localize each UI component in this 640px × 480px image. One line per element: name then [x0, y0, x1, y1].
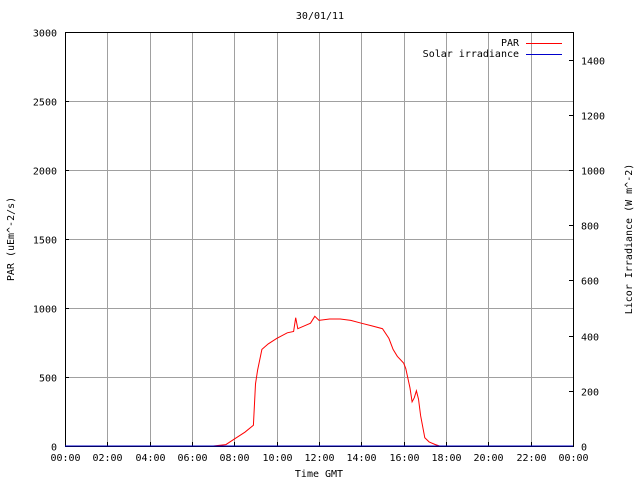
y-right-tick-label: 0 [581, 443, 587, 454]
y-left-tick-label: 1500 [33, 236, 57, 247]
x-tick-label: 08:00 [219, 453, 249, 464]
x-axis-label: Time GMT [295, 469, 343, 480]
grid [65, 32, 573, 446]
y-right-tick-label: 600 [581, 277, 599, 288]
legend: PARSolar irradiance [423, 38, 562, 60]
legend-label: Solar irradiance [423, 49, 519, 60]
y-right-tick-label: 400 [581, 333, 599, 344]
y-left-tick-label: 3000 [33, 29, 57, 40]
x-tick-label: 00:00 [50, 453, 80, 464]
x-tick-label: 18:00 [431, 453, 461, 464]
y-right-tick-label: 1200 [581, 112, 605, 123]
chart: 30/01/11 Time GMT PAR (uEm^-2/s) Licor I… [6, 11, 635, 480]
y-left-tick-label: 2500 [33, 98, 57, 109]
y-right-tick-label: 200 [581, 388, 599, 399]
y-right-tick-label: 1000 [581, 167, 605, 178]
right-axis-label: Licor Irradiance (W m^-2) [624, 164, 635, 315]
y-left-tick-label: 1000 [33, 305, 57, 316]
x-tick-label: 00:00 [558, 453, 588, 464]
legend-label: PAR [501, 38, 520, 49]
x-tick-label: 12:00 [304, 453, 334, 464]
left-axis-label: PAR (uEm^-2/s) [6, 197, 17, 281]
x-tick-label: 16:00 [389, 453, 419, 464]
y-left-tick-label: 0 [51, 443, 57, 454]
x-tick-label: 22:00 [516, 453, 546, 464]
x-tick-label: 04:00 [135, 453, 165, 464]
x-tick-label: 06:00 [177, 453, 207, 464]
y-left-tick-label: 2000 [33, 167, 57, 178]
x-tick-label: 10:00 [262, 453, 292, 464]
y-right-tick-label: 1400 [581, 57, 605, 68]
x-tick-label: 02:00 [92, 453, 122, 464]
chart-title: 30/01/11 [296, 11, 344, 22]
x-tick-label: 20:00 [473, 453, 503, 464]
x-tick-label: 14:00 [346, 453, 376, 464]
y-right-tick-label: 800 [581, 222, 599, 233]
y-left-tick-label: 500 [39, 374, 57, 385]
